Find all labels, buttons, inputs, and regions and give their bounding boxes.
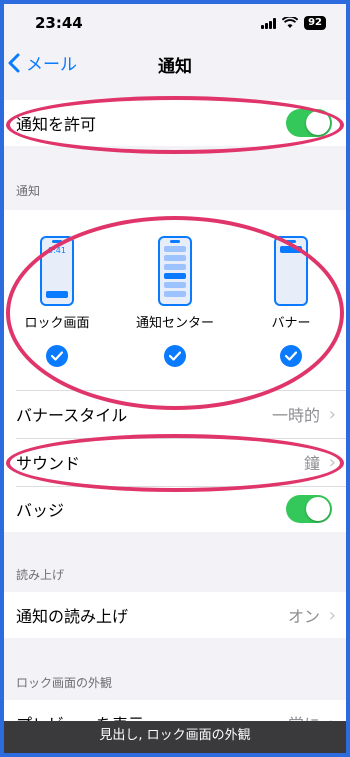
checkmark-icon — [280, 345, 302, 367]
sound-row[interactable]: サウンド 鐘 › — [4, 438, 346, 486]
announce-notifications-value: オン — [287, 607, 320, 626]
announce-section-header: 読み上げ — [16, 568, 65, 582]
lockscreen-section-header: ロック画面の外観 — [16, 676, 113, 690]
alert-style-banner[interactable]: バナー — [246, 236, 336, 367]
banner-preview-icon — [274, 236, 308, 306]
lockscreen-preview-time: 9:41 — [48, 246, 66, 255]
banner-style-value: 一時的 — [271, 406, 320, 425]
chevron-right-icon: › — [328, 403, 336, 425]
settings-screen: 23:44 92 メール 通知 通知を許可 通知 9:41 ロック画面 通知セン… — [4, 4, 346, 753]
status-icons: 92 — [261, 16, 326, 30]
alert-style-lockscreen[interactable]: 9:41 ロック画面 — [12, 236, 102, 367]
status-time: 23:44 — [35, 14, 83, 32]
allow-notifications-row: 通知を許可 — [4, 100, 346, 146]
announce-notifications-row[interactable]: 通知の読み上げ オン › — [4, 592, 346, 638]
alert-styles-card: 9:41 ロック画面 通知センター バナー — [4, 210, 346, 390]
badge-row: バッジ — [4, 486, 346, 532]
checkmark-icon — [164, 345, 186, 367]
alert-style-notification-center[interactable]: 通知センター — [130, 236, 220, 367]
alert-style-label: バナー — [271, 316, 311, 331]
banner-style-row[interactable]: バナースタイル 一時的 › — [4, 390, 346, 438]
sound-label: サウンド — [16, 454, 81, 473]
device-frame: 23:44 92 メール 通知 通知を許可 通知 9:41 ロック画面 通知セン… — [0, 0, 350, 757]
cellular-signal-icon — [261, 17, 277, 29]
badge-toggle[interactable] — [286, 495, 332, 523]
alerts-section-header: 通知 — [16, 184, 41, 198]
voiceover-caption: 見出し, ロック画面の外観 — [4, 721, 346, 753]
navigation-bar: メール 通知 — [4, 44, 346, 86]
status-bar: 23:44 92 — [4, 4, 346, 44]
battery-icon: 92 — [304, 16, 326, 30]
wifi-icon — [282, 17, 299, 28]
allow-notifications-label: 通知を許可 — [16, 115, 97, 134]
announce-notifications-label: 通知の読み上げ — [16, 607, 129, 626]
chevron-right-icon: › — [328, 451, 336, 473]
chevron-right-icon: › — [328, 604, 336, 626]
allow-notifications-toggle[interactable] — [286, 109, 332, 137]
checkmark-icon — [46, 345, 68, 367]
badge-label: バッジ — [16, 501, 65, 520]
lockscreen-preview-icon: 9:41 — [40, 236, 74, 306]
sound-value: 鐘 — [303, 454, 320, 473]
notification-center-preview-icon — [158, 236, 192, 306]
page-title: 通知 — [158, 57, 192, 77]
banner-style-label: バナースタイル — [16, 406, 128, 425]
alert-style-label: 通知センター — [135, 316, 214, 331]
alert-style-label: ロック画面 — [24, 316, 90, 331]
